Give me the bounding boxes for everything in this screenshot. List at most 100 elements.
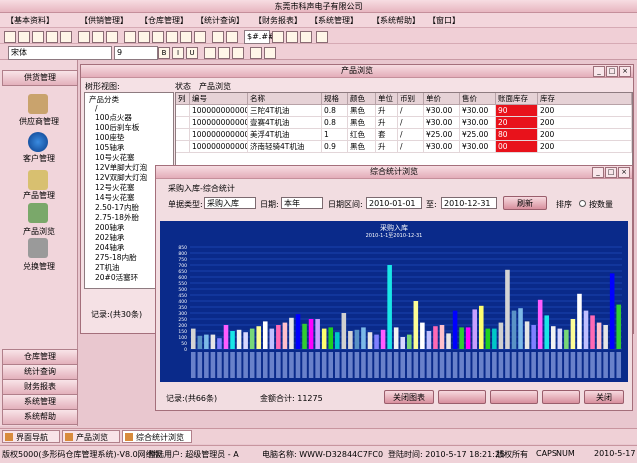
table-cell[interactable]: 红色 xyxy=(348,129,376,141)
blank-button-2[interactable] xyxy=(490,390,538,404)
paste-icon[interactable] xyxy=(106,31,118,43)
sidebar-header-finance[interactable]: 财务报表 xyxy=(2,379,78,395)
copy-icon[interactable] xyxy=(92,31,104,43)
table-cell[interactable]: 升 xyxy=(376,141,398,153)
col-header[interactable]: 列 xyxy=(176,93,190,105)
col-header[interactable]: 库存 xyxy=(538,93,632,105)
tree-node[interactable]: 10号火花塞 xyxy=(95,153,135,162)
preview-icon[interactable] xyxy=(60,31,72,43)
menu-warehouse[interactable]: 【仓库管理】 xyxy=(140,14,188,27)
fill-color-icon[interactable] xyxy=(250,47,262,59)
table-cell[interactable]: ¥30.00 xyxy=(424,105,460,117)
refresh-icon[interactable] xyxy=(166,31,178,43)
tree-node[interactable]: 2.75-18外胎 xyxy=(95,213,139,222)
table-cell[interactable]: 200 xyxy=(538,105,632,117)
sidebar-item-supplier[interactable]: 供应商管理 xyxy=(0,116,78,127)
table-cell[interactable]: 0.8 xyxy=(322,117,348,129)
col-header[interactable]: 售价 xyxy=(460,93,496,105)
align-center-icon[interactable] xyxy=(218,47,230,59)
tree-node[interactable]: / xyxy=(95,104,98,113)
undo-icon[interactable] xyxy=(124,31,136,43)
table-cell[interactable]: ¥30.00 xyxy=(460,105,496,117)
menu-stats[interactable]: 【统计查询】 xyxy=(196,14,244,27)
table-cell[interactable]: 黑色 xyxy=(348,105,376,117)
tree-node[interactable]: 2.50-17内胎 xyxy=(95,203,139,212)
col-header[interactable]: 规格 xyxy=(322,93,348,105)
table-cell[interactable]: / xyxy=(398,105,424,117)
tree-node[interactable]: 100点火器 xyxy=(95,113,132,122)
save-icon[interactable] xyxy=(32,31,44,43)
table-cell[interactable]: 1000000000004 xyxy=(190,141,248,153)
date-select[interactable]: 本年 xyxy=(281,197,323,209)
sort-option[interactable]: 按数量 xyxy=(589,199,613,210)
menu-supply[interactable]: 【供销管理】 xyxy=(80,14,128,27)
table-cell[interactable]: 三陀4T机油 xyxy=(248,105,322,117)
table-cell[interactable]: ¥30.00 xyxy=(424,117,460,129)
menu-system[interactable]: 【系统管理】 xyxy=(310,14,358,27)
tree-node[interactable]: 200轴承 xyxy=(95,223,124,232)
close-button[interactable]: 关闭 xyxy=(584,390,624,404)
print-icon[interactable] xyxy=(46,31,58,43)
close-window-button[interactable]: × xyxy=(619,66,631,77)
minimize-button[interactable]: _ xyxy=(593,66,605,77)
row-checkbox[interactable] xyxy=(176,141,190,153)
task-product-browse[interactable]: 产品浏览 xyxy=(62,430,120,443)
task-stats-browse[interactable]: 综合统计浏览 xyxy=(122,430,192,443)
doc-type-select[interactable]: 采购入库 xyxy=(204,197,256,209)
table-cell[interactable]: ¥25.00 xyxy=(460,129,496,141)
tree-node[interactable]: 202轴承 xyxy=(95,233,124,242)
table-cell[interactable]: 00 xyxy=(496,141,538,153)
tree-node[interactable]: 100后刹车板 xyxy=(95,123,139,132)
table-cell[interactable]: ¥25.00 xyxy=(424,129,460,141)
size-select[interactable]: 9 xyxy=(114,46,158,60)
table-cell[interactable]: ¥30.00 xyxy=(460,117,496,129)
col-header[interactable]: 账面库存 xyxy=(496,93,538,105)
col-header[interactable]: 单价 xyxy=(424,93,460,105)
browse-icon[interactable] xyxy=(28,203,48,223)
close-chart-button[interactable]: 关闭图表 xyxy=(384,390,434,404)
row-checkbox[interactable] xyxy=(176,129,190,141)
sidebar-header-system[interactable]: 系统管理 xyxy=(2,394,78,410)
maximize-button[interactable]: □ xyxy=(605,167,617,178)
blank-button-3[interactable] xyxy=(542,390,580,404)
sidebar-item-exchange[interactable]: 兑换管理 xyxy=(0,261,78,272)
product-table[interactable]: 列 编号 名称 规格 颜色 单位 币别 单价 售价 账面库存 库存 100000… xyxy=(175,92,633,169)
font-select[interactable]: 宋体 xyxy=(8,46,112,60)
table-cell[interactable]: / xyxy=(398,129,424,141)
new-icon[interactable] xyxy=(4,31,16,43)
sidebar-header-help[interactable]: 系统帮助 xyxy=(2,409,78,425)
product-icon[interactable] xyxy=(28,170,48,190)
align-left-icon[interactable] xyxy=(204,47,216,59)
table-cell[interactable]: 美浮4T机油 xyxy=(248,129,322,141)
tree-node[interactable]: 12V单脚大灯泡 xyxy=(95,163,147,172)
minimize-button[interactable]: _ xyxy=(592,167,604,178)
table-cell[interactable]: 升 xyxy=(376,117,398,129)
col-header[interactable]: 币别 xyxy=(398,93,424,105)
tree-node[interactable]: 20#0活塞环 xyxy=(95,273,138,282)
bold-icon[interactable]: B xyxy=(158,47,170,59)
col-header[interactable]: 编号 xyxy=(190,93,248,105)
tree-node[interactable]: 2T机油 xyxy=(95,263,119,272)
date-to-field[interactable]: 2010-12-31 xyxy=(441,197,497,209)
blank-button-1[interactable] xyxy=(438,390,486,404)
col-header[interactable]: 单位 xyxy=(376,93,398,105)
task-navigation[interactable]: 界面导航 xyxy=(2,430,60,443)
menu-finance[interactable]: 【财务报表】 xyxy=(254,14,302,27)
underline-icon[interactable]: U xyxy=(186,47,198,59)
table-cell[interactable]: 济南轻骑4T机油 xyxy=(248,141,322,153)
sidebar-header-supply[interactable]: 供货管理 xyxy=(2,70,78,86)
currency-format[interactable]: $#.## xyxy=(244,30,275,44)
table-cell[interactable]: 升 xyxy=(376,105,398,117)
sort-radio[interactable] xyxy=(579,200,586,207)
table-cell[interactable]: ¥30.00 xyxy=(424,141,460,153)
customer-icon[interactable] xyxy=(28,132,48,152)
color-icon[interactable] xyxy=(316,31,328,43)
exchange-icon[interactable] xyxy=(28,238,48,258)
tree-node[interactable]: 12号火花塞 xyxy=(95,183,135,192)
comma-icon[interactable] xyxy=(286,31,298,43)
sort-icon[interactable] xyxy=(194,31,206,43)
col-header[interactable]: 名称 xyxy=(248,93,322,105)
table-cell[interactable]: 黑色 xyxy=(348,117,376,129)
table-cell[interactable]: 壹赛4T机油 xyxy=(248,117,322,129)
help-icon[interactable] xyxy=(226,31,238,43)
